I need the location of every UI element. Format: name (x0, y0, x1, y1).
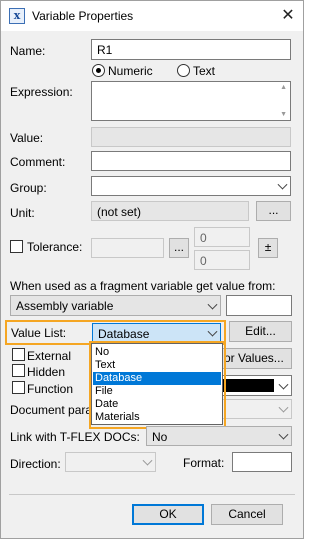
tolerance-label: Tolerance: (27, 240, 83, 254)
fragment-value-input[interactable] (226, 295, 292, 316)
chevron-down-icon (207, 326, 218, 337)
tolerance-lower-field: 0 (194, 250, 250, 270)
numeric-radio[interactable] (92, 64, 105, 77)
unit-value: (not set) (97, 205, 142, 219)
function-label: Function (27, 382, 74, 396)
text-radio-label: Text (193, 64, 216, 78)
tolerance-upper-field: 0 (194, 227, 250, 247)
close-icon[interactable]: ✕ (273, 1, 303, 31)
chevron-down-icon (278, 429, 289, 440)
format-input[interactable] (232, 452, 292, 472)
color-combo[interactable] (219, 375, 292, 396)
scroll-down-icon[interactable]: ▼ (280, 111, 287, 118)
tflex-docs-label: Link with T-FLEX DOCs: (10, 430, 140, 444)
value-label: Value: (10, 131, 44, 145)
tolerance-nominal-field (91, 238, 164, 258)
numeric-radio-label: Numeric (108, 64, 153, 78)
comment-label: Comment: (10, 155, 66, 169)
chevron-down-icon (278, 379, 289, 390)
color-swatch (223, 379, 274, 392)
window-title: Variable Properties (32, 9, 134, 23)
variable-properties-dialog: x Variable Properties ✕ Name: R1 Numeric… (0, 0, 304, 539)
dropdown-option-date[interactable]: Date (93, 398, 221, 411)
name-value: R1 (97, 43, 113, 57)
tolerance-checkbox[interactable] (10, 240, 23, 253)
fragment-source-value: Assembly variable (16, 299, 114, 313)
direction-combo[interactable] (65, 452, 156, 472)
dropdown-option-materials[interactable]: Materials (93, 411, 221, 424)
tflex-docs-combo[interactable]: No (146, 426, 292, 446)
dropdown-option-file[interactable]: File (93, 385, 221, 398)
document-param-combo[interactable] (219, 399, 292, 419)
value-field (91, 127, 291, 147)
value-list-dropdown: No Text Database File Date Materials (91, 343, 223, 425)
chevron-down-icon (142, 455, 153, 466)
hidden-checkbox[interactable] (12, 364, 25, 377)
comment-input[interactable] (91, 151, 291, 171)
unit-field: (not set) (91, 201, 249, 221)
external-label: External (27, 349, 72, 363)
ok-button[interactable]: OK (132, 504, 204, 525)
plus-minus-button[interactable]: ± (258, 238, 278, 258)
chevron-down-icon (277, 179, 288, 190)
fragment-source-combo[interactable]: Assembly variable (10, 295, 221, 316)
values-button[interactable]: or Values... (219, 348, 292, 369)
tolerance-browse-button[interactable]: ... (169, 238, 189, 258)
tflex-docs-value: No (152, 430, 168, 444)
expression-label: Expression: (10, 85, 73, 99)
app-icon: x (9, 8, 25, 24)
external-checkbox[interactable] (12, 348, 25, 361)
chevron-down-icon (207, 299, 218, 310)
unit-browse-button[interactable]: ... (256, 201, 291, 221)
dropdown-option-text[interactable]: Text (93, 359, 221, 372)
tolerance-lower-value: 0 (200, 254, 207, 268)
value-list-combo[interactable]: Database (92, 323, 221, 343)
format-label: Format: (183, 456, 225, 470)
title-bar: x Variable Properties ✕ (1, 1, 303, 31)
divider (9, 494, 295, 495)
direction-label: Direction: (10, 457, 61, 471)
value-list-selected: Database (98, 327, 150, 341)
name-label: Name: (10, 44, 46, 58)
unit-label: Unit: (10, 206, 35, 220)
text-radio[interactable] (177, 64, 190, 77)
dropdown-option-database[interactable]: Database (93, 372, 221, 385)
function-checkbox[interactable] (12, 381, 25, 394)
cancel-button[interactable]: Cancel (211, 504, 283, 525)
name-input[interactable]: R1 (91, 39, 291, 60)
fragment-label: When used as a fragment variable get val… (10, 279, 276, 293)
value-list-edit-button[interactable]: Edit... (229, 321, 292, 342)
scroll-up-icon[interactable]: ▲ (280, 84, 287, 91)
dropdown-option-no[interactable]: No (93, 346, 221, 359)
tolerance-upper-value: 0 (200, 231, 207, 245)
hidden-label: Hidden (27, 365, 66, 379)
chevron-down-icon (278, 402, 289, 413)
group-label: Group: (10, 181, 47, 195)
group-combo[interactable] (91, 176, 291, 196)
expression-input[interactable]: ▲ ▼ (91, 81, 291, 121)
value-list-label: Value List: (11, 326, 67, 340)
